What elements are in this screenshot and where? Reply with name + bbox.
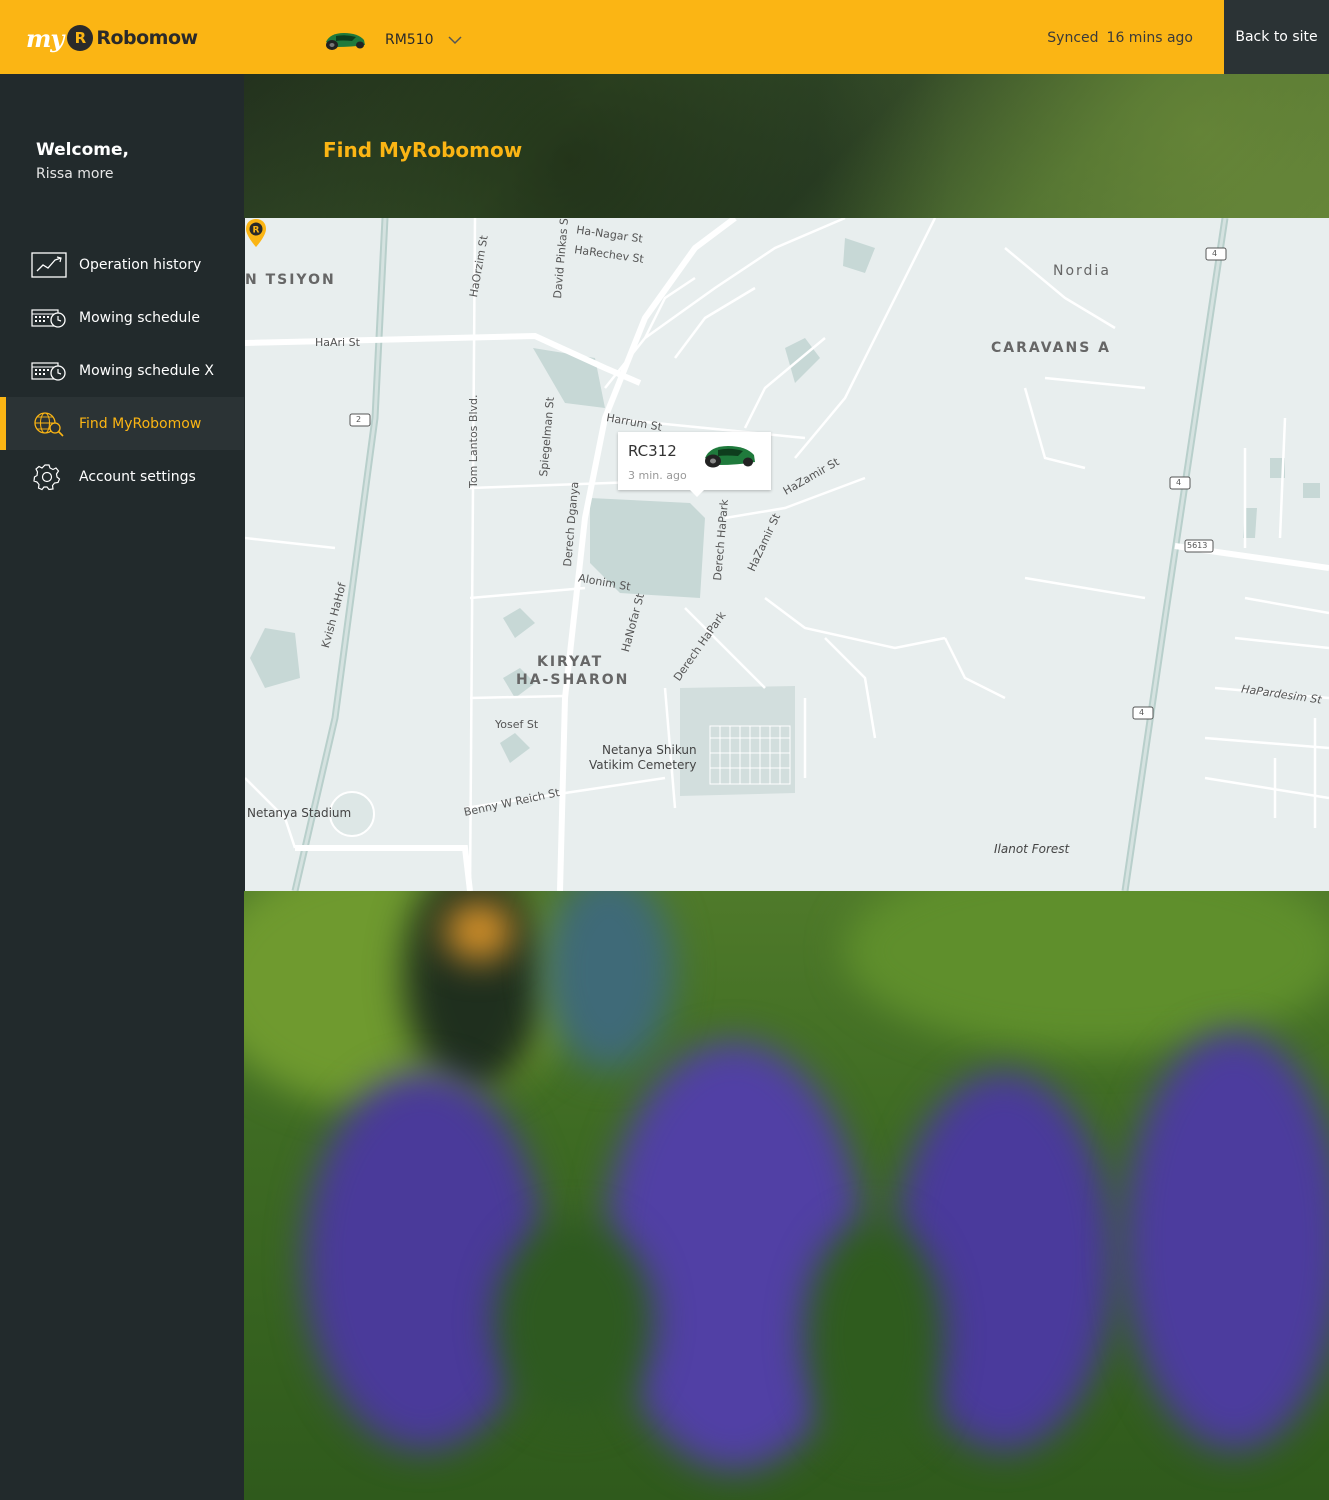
chart-icon [31, 251, 67, 279]
map-place-label: Netanya Stadium [247, 806, 352, 820]
mower-last-seen: 3 min. ago [628, 469, 687, 482]
road-shield-label: 4 [1139, 708, 1145, 717]
map-street-label: HaAri St [315, 336, 360, 349]
calendar-clock-icon [31, 304, 67, 332]
sidebar-item-operation-history[interactable]: Operation history [0, 238, 244, 291]
gear-icon [31, 463, 67, 491]
sidebar-item-label: Mowing schedule X [79, 362, 214, 379]
sync-time: 16 mins ago [1106, 30, 1193, 46]
logo-badge: R [67, 25, 94, 51]
map-area-label: HA-SHARON [516, 672, 630, 688]
sync-status: Synced 16 mins ago [1047, 30, 1193, 46]
welcome-block: Welcome, Rissa more [36, 140, 129, 182]
sidebar-item-label: Mowing schedule [79, 309, 200, 326]
sidebar-item-find-myrobomow[interactable]: Find MyRobomow [0, 397, 244, 450]
robot-mower-icon [705, 446, 755, 468]
globe-search-icon [31, 410, 67, 438]
map-pin-icon[interactable]: R [245, 218, 267, 248]
sidebar-item-label: Operation history [79, 256, 202, 273]
background-garden-image [244, 891, 1329, 1500]
map-place-label: Ilanot Forest [994, 842, 1070, 856]
device-selector[interactable]: RM510 [322, 28, 462, 52]
sidebar-item-mowing-schedule[interactable]: Mowing schedule [0, 291, 244, 344]
device-name: RM510 [385, 32, 434, 48]
robot-mower-icon [326, 33, 365, 50]
page-title: Find MyRobomow [323, 138, 523, 162]
map-place-label: Vatikim Cemetery [589, 758, 697, 772]
map-roads [245, 218, 1329, 891]
map-street-label: Yosef St [495, 718, 539, 731]
map-area-label: KIRYAT [537, 654, 604, 670]
chevron-down-icon [448, 36, 462, 45]
road-shield-label: 5613 [1187, 541, 1208, 550]
sidebar-item-label: Account settings [79, 468, 196, 485]
logo-text: Robomow [96, 27, 198, 49]
sidebar-item-label: Find MyRobomow [79, 415, 202, 432]
mower-name: RC312 [628, 442, 677, 460]
map-area-label: N TSIYON [245, 272, 336, 288]
sidebar: Welcome, Rissa more Operation history Mo… [0, 74, 244, 1500]
svg-text:R: R [253, 226, 260, 236]
road-shield-label: 2 [356, 415, 362, 424]
top-bar: my R Robomow RM510 Synced 16 mins ago Ba… [0, 0, 1329, 74]
sidebar-nav: Operation history Mowing schedule Mowing… [0, 238, 244, 503]
map-street-label: Tom Lantos Blvd. [467, 394, 480, 489]
road-shield-label: 4 [1176, 478, 1182, 487]
map-area-label: CARAVANS A [991, 340, 1112, 356]
map-area-label: Nordia [1053, 263, 1111, 279]
back-to-site-button[interactable]: Back to site [1224, 0, 1329, 74]
welcome-title: Welcome, [36, 140, 129, 160]
mower-popup[interactable]: RC312 3 min. ago [618, 432, 771, 497]
sidebar-item-account-settings[interactable]: Account settings [0, 450, 244, 503]
app-logo[interactable]: my R Robomow [26, 22, 198, 54]
sidebar-item-mowing-schedule-x[interactable]: Mowing schedule X [0, 344, 244, 397]
sync-label: Synced [1047, 30, 1099, 46]
road-shield-label: 4 [1212, 249, 1218, 258]
user-name: Rissa more [36, 166, 114, 182]
location-map[interactable]: 2 4 4 4 5613 N TSIYON CARAVANS A Nordia … [245, 218, 1329, 891]
logo-my: my [26, 23, 64, 53]
main-content: Find MyRobomow 2 4 4 4 5613 N TSIYON CAR… [244, 74, 1329, 1500]
map-place-label: Netanya Shikun [602, 743, 697, 757]
calendar-clock-icon [31, 357, 67, 385]
